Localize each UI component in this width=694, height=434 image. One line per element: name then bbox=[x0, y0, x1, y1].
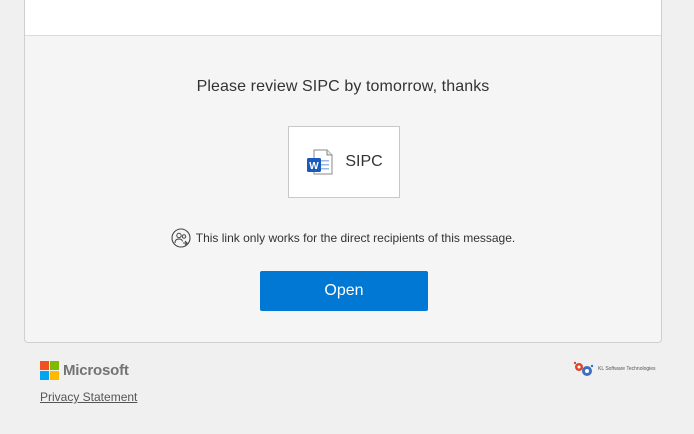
notice-text: This link only works for the direct reci… bbox=[195, 231, 516, 245]
partner-logo-text: KL Software Technologies bbox=[598, 366, 656, 372]
partner-logo: KL Software Technologies bbox=[572, 360, 656, 378]
recipients-notice: This link only works for the direct reci… bbox=[25, 228, 661, 248]
partner-gear-icon bbox=[573, 361, 594, 376]
open-button[interactable]: Open bbox=[260, 271, 428, 311]
svg-text:W: W bbox=[310, 161, 320, 172]
card-header-area bbox=[25, 0, 661, 36]
word-document-icon: W bbox=[305, 147, 335, 177]
microsoft-logo: Microsoft bbox=[40, 361, 129, 380]
privacy-statement-link[interactable]: Privacy Statement bbox=[40, 390, 137, 404]
people-icon bbox=[171, 228, 191, 248]
file-tile[interactable]: W SIPC bbox=[288, 126, 400, 198]
microsoft-wordmark: Microsoft bbox=[63, 362, 129, 379]
share-card: Please review SIPC by tomorrow, thanks W… bbox=[24, 0, 662, 343]
file-name: SIPC bbox=[345, 153, 383, 170]
share-message: Please review SIPC by tomorrow, thanks bbox=[196, 78, 490, 95]
microsoft-logo-icon bbox=[40, 361, 59, 380]
